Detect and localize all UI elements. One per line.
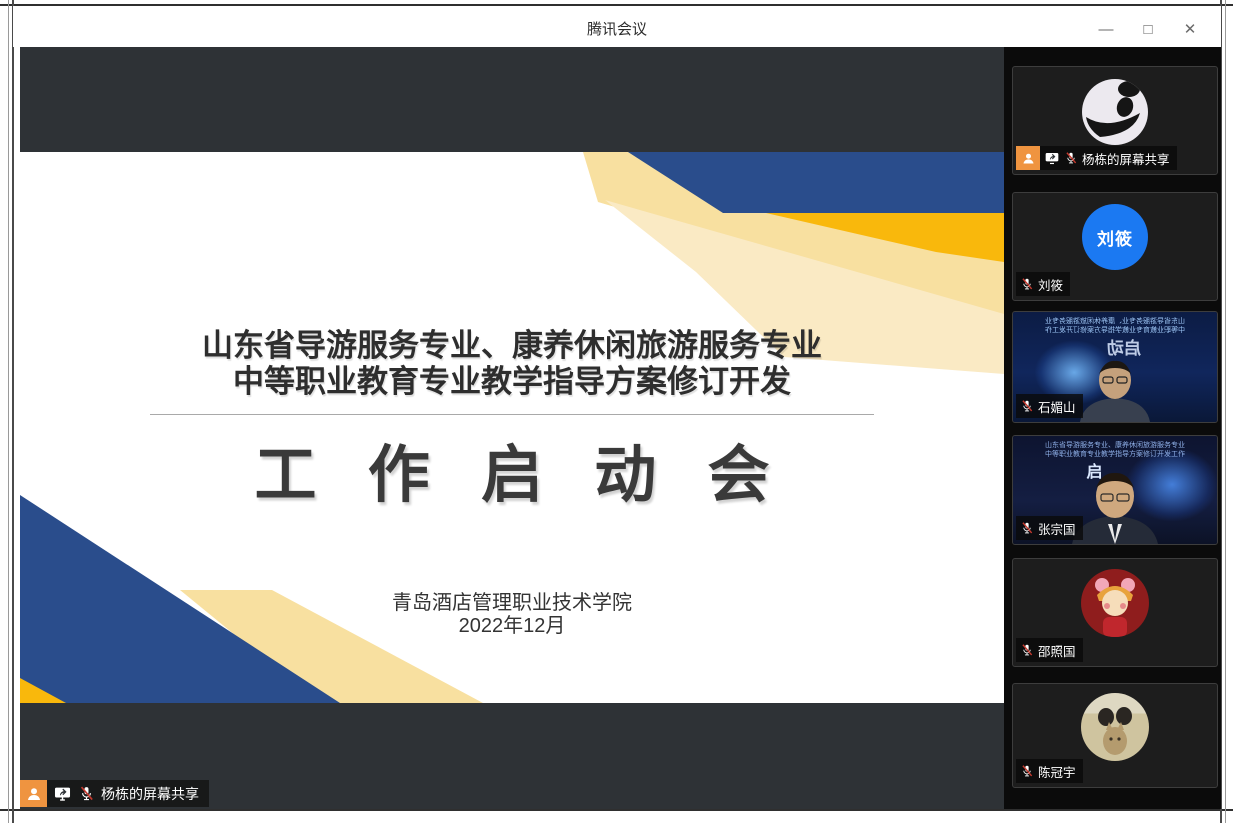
participant-label: 邵照国 <box>1016 638 1083 662</box>
shared-screen-top-band <box>20 47 1004 152</box>
slide-title-line2: 中等职业教育专业教学指导方案修订开发 <box>20 364 1004 400</box>
mic-muted-icon <box>1064 151 1078 165</box>
video-overlay-text: 山东省导游服务专业、康养休闲旅游服务专业 中等职业教育专业教学指导方案修订开发工… <box>1013 317 1217 335</box>
cartoon-avatar <box>1081 569 1149 637</box>
mic-muted-icon <box>1020 521 1034 535</box>
participant-tile-shimeishan[interactable]: 山东省导游服务专业、康养休闲旅游服务专业 中等职业教育专业教学指导方案修订开发工… <box>1012 311 1218 423</box>
screen-share-icon <box>1044 150 1060 166</box>
participant-name: 刘筱 <box>1038 275 1063 294</box>
participant-name: 邵照国 <box>1038 641 1076 660</box>
pets-photo-avatar <box>1081 693 1149 761</box>
member-icon <box>20 780 47 807</box>
participant-name: 石媚山 <box>1038 397 1076 416</box>
slide-footer: 青岛酒店管理职业技术学院 2022年12月 <box>20 592 1004 638</box>
frame-line-right-outer <box>1225 0 1226 823</box>
participant-name: 杨栋的屏幕共享 <box>1082 149 1170 168</box>
avatar-initials: 刘筱 <box>1082 204 1148 270</box>
member-icon <box>1016 146 1040 170</box>
participant-name: 张宗国 <box>1038 519 1076 538</box>
participant-label: 石媚山 <box>1016 394 1083 418</box>
window-controls: — □ ✕ <box>1097 20 1199 38</box>
window-title: 腾讯会议 <box>13 18 1221 39</box>
shared-slide: 山东省导游服务专业、康养休闲旅游服务专业 中等职业教育专业教学指导方案修订开发 … <box>20 152 1004 703</box>
slide-org: 青岛酒店管理职业技术学院 <box>20 592 1004 615</box>
participant-tile-yangdong[interactable]: 杨栋的屏幕共享 <box>1012 66 1218 175</box>
mic-muted-icon <box>78 785 95 802</box>
participant-label: 张宗国 <box>1016 516 1083 540</box>
slide-title-line1: 山东省导游服务专业、康养休闲旅游服务专业 <box>20 328 1004 364</box>
participant-label: 刘筱 <box>1016 272 1070 296</box>
participant-label: 杨栋的屏幕共享 <box>1016 146 1177 170</box>
slide-title: 山东省导游服务专业、康养休闲旅游服务专业 中等职业教育专业教学指导方案修订开发 <box>20 328 1004 400</box>
mic-muted-icon <box>1020 764 1034 778</box>
maximize-icon[interactable]: □ <box>1139 20 1157 38</box>
panda-avatar <box>1082 79 1148 145</box>
screen-share-banner-label: 杨栋的屏幕共享 <box>101 784 199 804</box>
minimize-icon[interactable]: — <box>1097 20 1115 38</box>
slide-date: 2022年12月 <box>20 615 1004 638</box>
participant-tile-chenguanyu[interactable]: 陈冠宇 <box>1012 683 1218 788</box>
participants-sidebar: 杨栋的屏幕共享 刘筱 刘筱 <box>1004 47 1221 809</box>
participant-tile-shaozhaoguo[interactable]: 邵照国 <box>1012 558 1218 667</box>
participant-tile-liuxiao[interactable]: 刘筱 刘筱 <box>1012 192 1218 301</box>
frame-line-left-outer <box>8 0 9 823</box>
slide-divider-line <box>150 414 874 415</box>
participant-tile-zhangzongguo[interactable]: 山东省导游服务专业、康养休闲旅游服务专业 中等职业教育专业教学指导方案修订开发工… <box>1012 435 1218 545</box>
slide-heading: 工 作 启 动 会 <box>20 424 1004 514</box>
participant-label: 陈冠宇 <box>1016 759 1083 783</box>
close-icon[interactable]: ✕ <box>1181 20 1199 38</box>
initials-avatar: 刘筱 <box>1082 204 1148 270</box>
screen-share-banner: 杨栋的屏幕共享 <box>20 780 209 807</box>
screen-share-icon <box>53 784 72 803</box>
frame-line-bottom <box>0 809 1233 811</box>
mic-muted-icon <box>1020 643 1034 657</box>
tencent-meeting-window: { "window": { "title": "腾讯会议", "controls… <box>0 0 1233 823</box>
window-titlebar: 腾讯会议 — □ ✕ <box>13 6 1221 47</box>
mic-muted-icon <box>1020 399 1034 413</box>
participant-name: 陈冠宇 <box>1038 762 1076 781</box>
video-overlay-text: 山东省导游服务专业、康养休闲旅游服务专业 中等职业教育专业教学指导方案修订开发工… <box>1013 441 1217 459</box>
mic-muted-icon <box>1020 277 1034 291</box>
frame-line-left <box>12 0 14 823</box>
